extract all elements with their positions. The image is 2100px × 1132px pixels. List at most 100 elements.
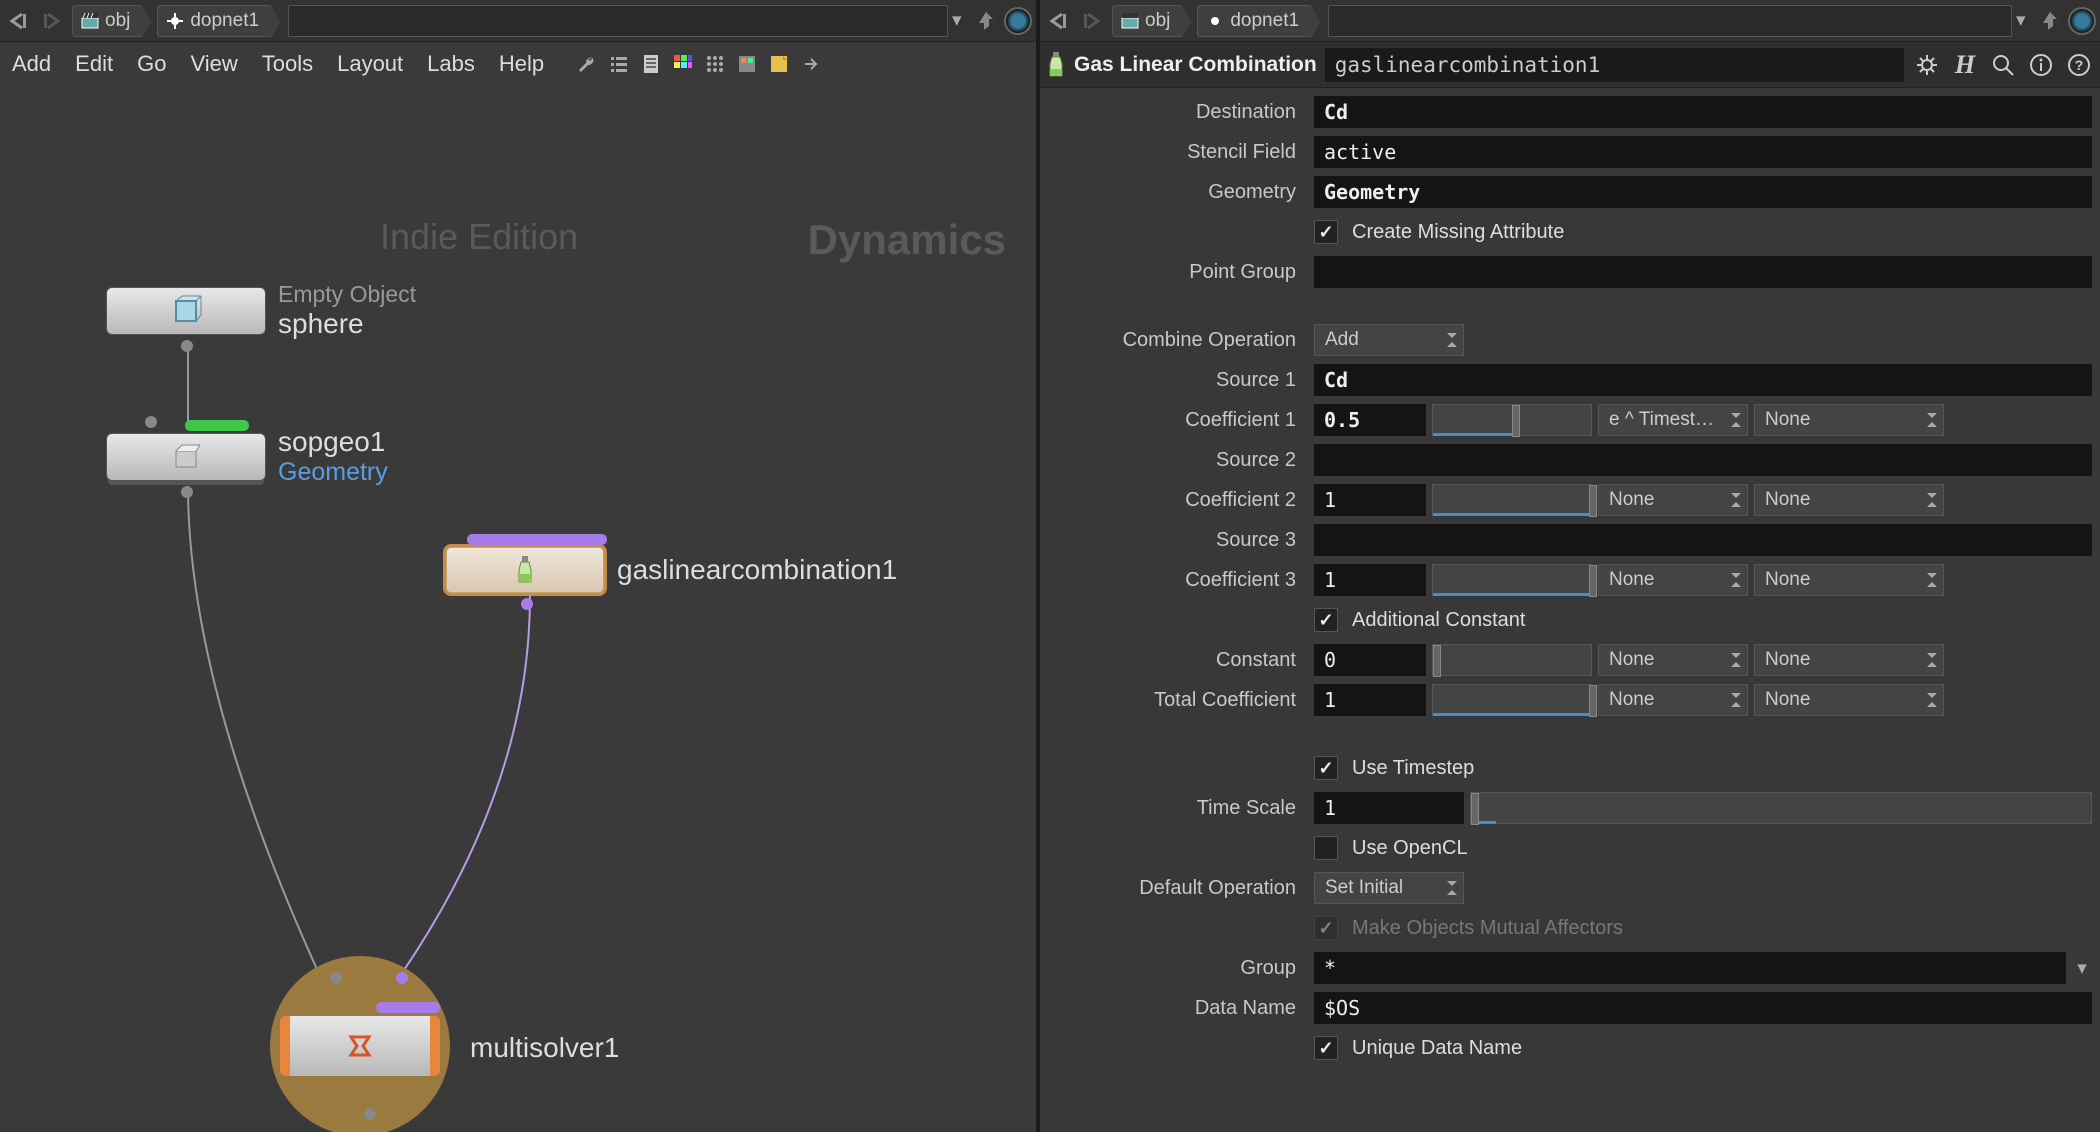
check-use-timestep[interactable]	[1314, 756, 1338, 780]
nav-back-icon[interactable]	[1044, 6, 1074, 36]
menu-help[interactable]: Help	[499, 51, 544, 77]
breadcrumb-dropdown-icon[interactable]: ▾	[2016, 9, 2032, 32]
input-coeff2[interactable]	[1314, 484, 1426, 516]
label-destination: Destination	[1048, 101, 1308, 124]
input-source2[interactable]	[1314, 444, 2092, 476]
label-coeff3: Coefficient 3	[1048, 569, 1308, 592]
dropdown-constant-mode[interactable]: None	[1754, 644, 1944, 676]
menu-tools[interactable]: Tools	[262, 51, 313, 77]
menu-add[interactable]: Add	[12, 51, 51, 77]
nav-back-icon[interactable]	[4, 6, 34, 36]
menu-view[interactable]: View	[190, 51, 237, 77]
input-pointgroup[interactable]	[1314, 256, 2092, 288]
geo-icon	[172, 443, 200, 471]
pin-icon[interactable]	[972, 7, 1000, 35]
template-flag-icon[interactable]	[467, 534, 607, 545]
node-graph[interactable]: Indie Edition Dynamics Empty Object sphe…	[0, 86, 1036, 1132]
grid-dots-icon[interactable]	[702, 51, 728, 77]
check-unique-dataname[interactable]	[1314, 1036, 1338, 1060]
node-type-label: Gas Linear Combination	[1074, 53, 1317, 77]
breadcrumb-dopnet[interactable]: dopnet1	[157, 5, 272, 37]
breadcrumb-obj[interactable]: obj	[1112, 5, 1183, 37]
dropdown-combineop[interactable]: Add	[1314, 324, 1464, 356]
breadcrumb-path-field[interactable]	[1328, 5, 2012, 37]
arrow-right-icon[interactable]	[798, 51, 824, 77]
dropdown-coeff1-mode[interactable]: None	[1754, 404, 1944, 436]
slider-totalcoeff[interactable]	[1432, 684, 1592, 716]
solver-icon	[345, 1031, 375, 1061]
pin-icon[interactable]	[2036, 7, 2064, 35]
input-coeff3[interactable]	[1314, 564, 1426, 596]
node-sopgeo[interactable]: sopgeo1 Geometry	[106, 426, 388, 487]
dropdown-coeff2-op[interactable]: None	[1598, 484, 1748, 516]
nav-fwd-icon[interactable]	[38, 6, 68, 36]
breadcrumb-obj-label: obj	[1145, 10, 1170, 32]
note-icon[interactable]	[766, 51, 792, 77]
search-icon[interactable]	[1988, 50, 2018, 80]
info-icon[interactable]	[2026, 50, 2056, 80]
input-stencil[interactable]	[1314, 136, 2092, 168]
dropdown-totalcoeff-op[interactable]: None	[1598, 684, 1748, 716]
follow-target-icon[interactable]	[2068, 7, 2096, 35]
check-mutual-affectors	[1314, 916, 1338, 940]
dropdown-defaultop[interactable]: Set Initial	[1314, 872, 1464, 904]
node-sopgeo-link[interactable]: Geometry	[278, 458, 388, 487]
input-source1[interactable]	[1314, 364, 2092, 396]
breadcrumb-dopnet[interactable]: dopnet1	[1197, 5, 1312, 37]
nav-fwd-icon[interactable]	[1078, 6, 1108, 36]
check-create-missing[interactable]	[1314, 220, 1338, 244]
dropdown-totalcoeff-mode[interactable]: None	[1754, 684, 1944, 716]
wrench-icon[interactable]	[574, 51, 600, 77]
dropdown-coeff1-op[interactable]: e ^ Timest…	[1598, 404, 1748, 436]
breadcrumb-path-field[interactable]	[288, 5, 948, 37]
check-use-opencl[interactable]	[1314, 836, 1338, 860]
node-name-input[interactable]	[1325, 48, 1904, 82]
gear-icon[interactable]	[1912, 50, 1942, 80]
help-icon[interactable]: ?	[2064, 50, 2094, 80]
label-source3: Source 3	[1048, 529, 1308, 552]
slider-coeff2[interactable]	[1432, 484, 1592, 516]
doc-icon[interactable]	[638, 51, 664, 77]
clapper-icon	[1121, 12, 1139, 30]
input-totalcoeff[interactable]	[1314, 684, 1426, 716]
input-constant[interactable]	[1314, 644, 1426, 676]
menu-layout[interactable]: Layout	[337, 51, 403, 77]
node-sphere[interactable]: Empty Object sphere	[106, 281, 416, 340]
menu-go[interactable]: Go	[137, 51, 166, 77]
label-mutual-affectors: Make Objects Mutual Affectors	[1352, 917, 1623, 940]
input-group[interactable]	[1314, 952, 2066, 984]
slider-constant[interactable]	[1432, 644, 1592, 676]
check-additional-const[interactable]	[1314, 608, 1338, 632]
menu-labs[interactable]: Labs	[427, 51, 475, 77]
label-use-opencl: Use OpenCL	[1352, 837, 1468, 860]
display-flag-icon[interactable]	[185, 420, 249, 431]
input-geometry[interactable]	[1314, 176, 2092, 208]
dropdown-constant-op[interactable]: None	[1598, 644, 1748, 676]
dropdown-coeff2-mode[interactable]: None	[1754, 484, 1944, 516]
slider-timescale[interactable]	[1470, 792, 2092, 824]
template-flag-icon[interactable]	[376, 1002, 440, 1013]
grid-color-icon[interactable]	[670, 51, 696, 77]
breadcrumb-dopnet-label: dopnet1	[190, 10, 259, 32]
breadcrumb-dropdown-icon[interactable]: ▾	[952, 9, 968, 32]
breadcrumb-obj[interactable]: obj	[72, 5, 143, 37]
dropdown-coeff3-mode[interactable]: None	[1754, 564, 1944, 596]
list-icon[interactable]	[606, 51, 632, 77]
h-logo-icon[interactable]: H	[1950, 50, 1980, 80]
node-multisolver[interactable]: multisolver1	[270, 956, 450, 1132]
slider-coeff1[interactable]	[1432, 404, 1592, 436]
input-destination[interactable]	[1314, 96, 2092, 128]
input-source3[interactable]	[1314, 524, 2092, 556]
dropdown-coeff3-op[interactable]: None	[1598, 564, 1748, 596]
slider-coeff3[interactable]	[1432, 564, 1592, 596]
node-sphere-name: sphere	[278, 308, 416, 340]
node-gaslinearcombination[interactable]: gaslinearcombination1	[445, 546, 897, 594]
input-timescale[interactable]	[1314, 792, 1464, 824]
menu-edit[interactable]: Edit	[75, 51, 113, 77]
group-dropdown-icon[interactable]: ▾	[2072, 957, 2092, 980]
follow-target-icon[interactable]	[1004, 7, 1032, 35]
input-coeff1[interactable]	[1314, 404, 1426, 436]
palette-icon[interactable]	[734, 51, 760, 77]
watermark-context: Dynamics	[808, 216, 1006, 264]
input-dataname[interactable]	[1314, 992, 2092, 1024]
